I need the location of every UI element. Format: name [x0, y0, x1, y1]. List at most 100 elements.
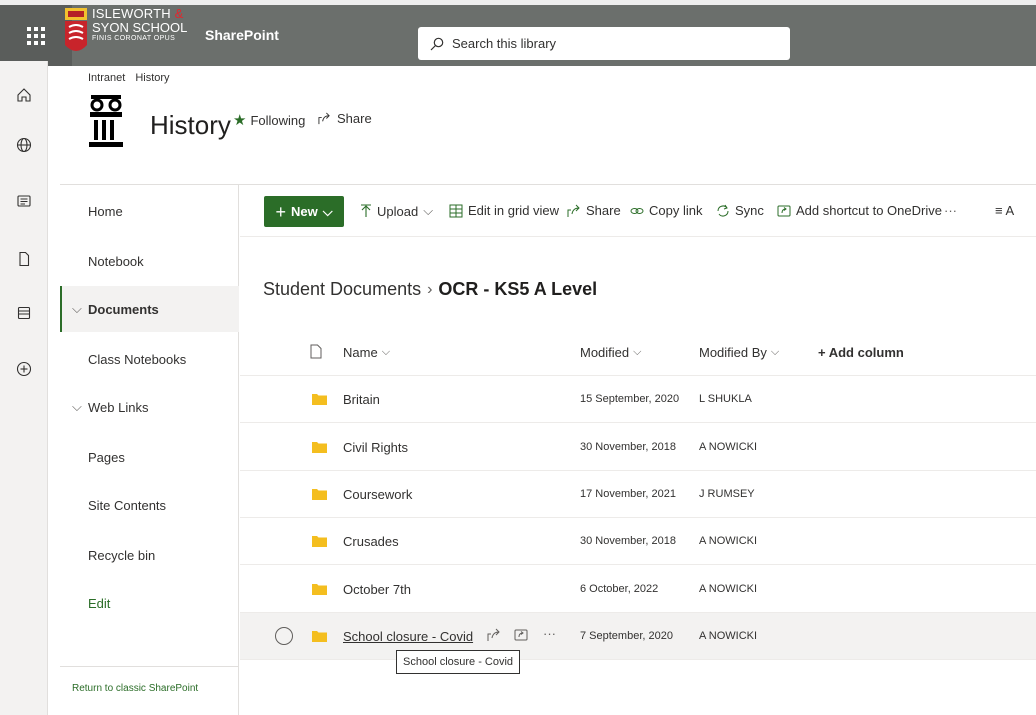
- add-column-button[interactable]: + Add column: [818, 345, 904, 360]
- site-share-label: Share: [337, 111, 372, 126]
- nav-item-recycle-bin[interactable]: Recycle bin: [60, 532, 239, 578]
- table-row[interactable]: School closure - Covid ··· 7 September, …: [240, 613, 1036, 660]
- nav-item-notebook[interactable]: Notebook: [60, 238, 239, 284]
- chevron-down-icon: ⌵: [423, 203, 434, 218]
- row-modified: 6 October, 2022: [580, 583, 659, 595]
- school-crest-logo[interactable]: [64, 7, 88, 59]
- breadcrumb-intranet[interactable]: Intranet: [88, 72, 125, 84]
- share-icon: [567, 204, 581, 218]
- breadcrumb-history[interactable]: History: [135, 72, 169, 84]
- more-options-button[interactable]: ···: [944, 203, 957, 218]
- new-button[interactable]: + New ⌵: [264, 196, 344, 227]
- nav-item-documents[interactable]: ⌵ Documents: [60, 286, 239, 332]
- following-label: Following: [250, 112, 306, 128]
- waffle-icon: [27, 26, 45, 45]
- view-options-button[interactable]: ≡ A: [995, 203, 1014, 218]
- row-more-button[interactable]: ···: [543, 626, 556, 641]
- news-icon[interactable]: [12, 189, 36, 213]
- file-icon[interactable]: [12, 247, 36, 271]
- share-button[interactable]: Share: [567, 203, 621, 218]
- name-tooltip: School closure - Covid: [396, 650, 521, 674]
- add-shortcut-button[interactable]: Add shortcut to OneDrive: [777, 203, 942, 218]
- row-modified-by: A NOWICKI: [699, 583, 758, 595]
- upload-icon: [360, 204, 372, 218]
- column-header-name[interactable]: Name ⌵: [343, 345, 390, 360]
- site-title[interactable]: History: [150, 110, 231, 141]
- home-icon[interactable]: [12, 83, 36, 107]
- search-icon: [430, 37, 444, 50]
- shortcut-icon: [777, 204, 791, 218]
- chevron-down-icon[interactable]: ⌵: [72, 301, 88, 317]
- left-navigation: Home Notebook ⌵ Documents Class Notebook…: [60, 185, 239, 715]
- site-breadcrumb: Intranet History: [88, 72, 170, 84]
- return-to-classic-link[interactable]: Return to classic SharePoint: [72, 683, 198, 694]
- row-name[interactable]: Crusades: [343, 534, 399, 549]
- nav-edit-link[interactable]: Edit: [60, 580, 239, 626]
- row-modified: 17 November, 2021: [580, 488, 677, 500]
- following-button[interactable]: ★ Following: [233, 111, 305, 129]
- list-header: Name ⌵ Modified ⌵ Modified By ⌵ + Add co…: [240, 331, 1036, 376]
- row-modified-by: A NOWICKI: [699, 441, 758, 453]
- row-name[interactable]: Coursework: [343, 487, 412, 502]
- nav-item-site-contents[interactable]: Site Contents: [60, 482, 239, 528]
- site-share-button[interactable]: Share: [318, 111, 372, 126]
- nav-item-home[interactable]: Home: [60, 188, 239, 234]
- row-name[interactable]: October 7th: [343, 582, 411, 597]
- column-modified-by-label: Modified By: [699, 345, 767, 360]
- column-header-modified[interactable]: Modified ⌵: [580, 345, 641, 360]
- edit-grid-view-button[interactable]: Edit in grid view: [449, 203, 559, 218]
- search-box[interactable]: Search this library: [418, 27, 790, 60]
- nav-item-pages[interactable]: Pages: [60, 434, 239, 480]
- new-label: New: [290, 204, 318, 219]
- table-row[interactable]: Britain 15 September, 2020 L SHUKLA: [240, 376, 1036, 423]
- chevron-down-icon: ⌵: [322, 203, 333, 219]
- column-name-label: Name: [343, 345, 378, 360]
- sharepoint-brand-link[interactable]: SharePoint: [205, 27, 279, 43]
- upload-button[interactable]: Upload ⌵: [360, 203, 433, 219]
- row-modified: 30 November, 2018: [580, 441, 677, 453]
- folder-icon: [312, 394, 327, 405]
- row-modified-by: A NOWICKI: [699, 535, 758, 547]
- row-name[interactable]: School closure - Covid: [343, 629, 473, 644]
- search-placeholder: Search this library: [452, 36, 557, 51]
- history-column-logo[interactable]: [87, 92, 125, 154]
- row-name[interactable]: Britain: [343, 392, 380, 407]
- row-name[interactable]: Civil Rights: [343, 440, 408, 455]
- folder-icon: [312, 536, 327, 547]
- table-row[interactable]: Civil Rights 30 November, 2018 A NOWICKI: [240, 424, 1036, 471]
- nav-item-label: Recycle bin: [88, 547, 156, 563]
- row-modified: 7 September, 2020: [580, 630, 673, 642]
- sync-button[interactable]: Sync: [716, 203, 764, 218]
- globe-icon[interactable]: [12, 133, 36, 157]
- suite-bar: ISLEWORTH & SYON SCHOOL FINIS CORONAT OP…: [0, 0, 1036, 66]
- row-shortcut-icon[interactable]: [514, 628, 528, 642]
- column-header-modified-by[interactable]: Modified By ⌵: [699, 345, 779, 360]
- chevron-down-icon[interactable]: ⌵: [72, 399, 88, 415]
- nav-item-class-notebooks[interactable]: Class Notebooks: [60, 336, 239, 382]
- sync-icon: [716, 204, 730, 218]
- nav-item-label: Site Contents: [88, 497, 167, 513]
- create-plus-icon[interactable]: [12, 357, 36, 381]
- row-share-icon[interactable]: [487, 628, 501, 642]
- shortcut-label: Add shortcut to OneDrive: [796, 203, 942, 218]
- table-row[interactable]: Crusades 30 November, 2018 A NOWICKI: [240, 518, 1036, 565]
- library-breadcrumb: Student Documents › OCR - KS5 A Level: [263, 279, 597, 300]
- copy-link-button[interactable]: Copy link: [630, 203, 702, 218]
- table-row[interactable]: Coursework 17 November, 2021 J RUMSEY: [240, 471, 1036, 518]
- breadcrumb-current-folder[interactable]: OCR - KS5 A Level: [438, 279, 597, 300]
- star-icon: ★: [233, 112, 247, 129]
- nav-item-label: Home: [88, 203, 123, 219]
- row-modified-by: L SHUKLA: [699, 393, 752, 405]
- lists-icon[interactable]: [12, 301, 36, 325]
- app-launcher-button[interactable]: [0, 5, 72, 66]
- row-modified-by: J RUMSEY: [699, 488, 755, 500]
- breadcrumb-student-documents[interactable]: Student Documents: [263, 279, 421, 300]
- chevron-down-icon: ⌵: [633, 346, 642, 358]
- row-select-radio[interactable]: [275, 627, 293, 645]
- nav-item-label: Documents: [88, 301, 159, 317]
- table-row[interactable]: October 7th 6 October, 2022 A NOWICKI: [240, 566, 1036, 613]
- folder-icon: [312, 584, 327, 595]
- file-type-icon[interactable]: [310, 344, 322, 359]
- grid-label: Edit in grid view: [468, 203, 560, 218]
- nav-item-web-links[interactable]: ⌵ Web Links: [60, 384, 239, 430]
